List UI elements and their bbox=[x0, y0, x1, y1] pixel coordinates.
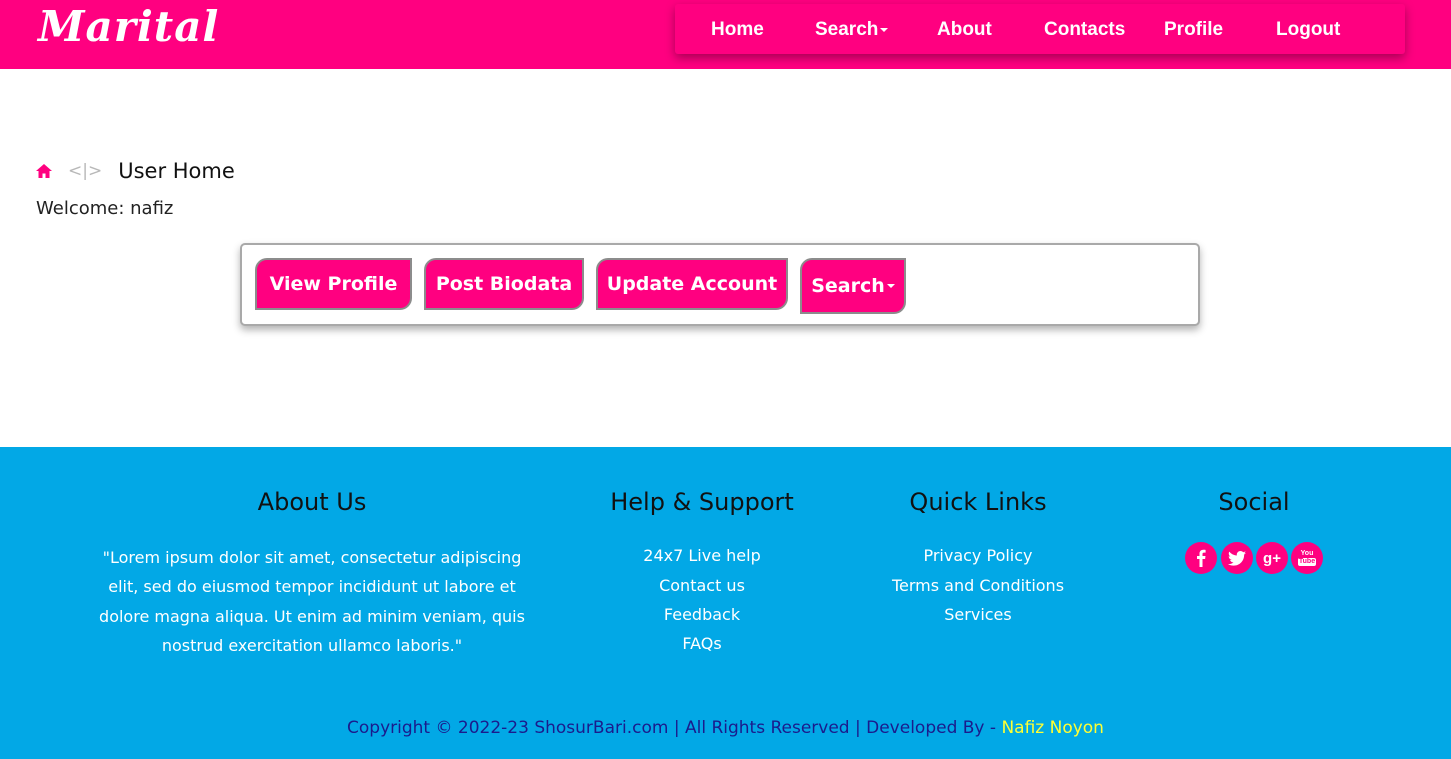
post-biodata-button[interactable]: Post Biodata bbox=[424, 258, 584, 310]
nav-about[interactable]: About bbox=[937, 19, 992, 41]
welcome-username: nafiz bbox=[130, 198, 174, 219]
facebook-glyph bbox=[1197, 549, 1206, 567]
breadcrumb: <|> User Home bbox=[36, 157, 235, 185]
caret-down-icon bbox=[880, 27, 889, 32]
footer-about-heading: About Us bbox=[257, 488, 367, 516]
link-contact-us[interactable]: Contact us bbox=[602, 576, 802, 595]
home-icon[interactable] bbox=[36, 164, 52, 178]
copyright-text: Copyright © 2022-23 ShosurBari.com | All… bbox=[347, 718, 997, 738]
main-nav: Home Search About Contacts Profile Logou… bbox=[675, 4, 1405, 54]
link-services[interactable]: Services bbox=[858, 605, 1098, 624]
user-actions-panel: View Profile Post Biodata Update Account… bbox=[240, 243, 1200, 326]
youtube-glyph: You bbox=[1300, 550, 1314, 557]
view-profile-button[interactable]: View Profile bbox=[255, 258, 412, 310]
page-title: User Home bbox=[118, 159, 235, 183]
twitter-icon[interactable] bbox=[1221, 542, 1253, 574]
nav-home[interactable]: Home bbox=[711, 19, 764, 41]
link-feedback[interactable]: Feedback bbox=[602, 605, 802, 624]
footer-quick-heading: Quick Links bbox=[909, 488, 1047, 516]
google-plus-icon[interactable]: g+ bbox=[1256, 542, 1288, 574]
copyright-bar: Copyright © 2022-23 ShosurBari.com | All… bbox=[0, 718, 1451, 738]
nav-profile[interactable]: Profile bbox=[1164, 19, 1223, 41]
facebook-icon[interactable] bbox=[1185, 542, 1217, 574]
footer-social-heading: Social bbox=[1218, 488, 1290, 516]
welcome-prefix: Welcome: bbox=[36, 198, 125, 219]
site-logo[interactable]: Marital bbox=[38, 2, 219, 51]
footer-about-text: "Lorem ipsum dolor sit amet, consectetur… bbox=[99, 548, 525, 655]
welcome-message: Welcome: nafiz bbox=[36, 198, 173, 219]
youtube-glyph-tube: Tube bbox=[1297, 558, 1317, 566]
breadcrumb-separator: <|> bbox=[68, 161, 103, 181]
nav-search[interactable]: Search bbox=[815, 19, 889, 41]
developer-link[interactable]: Nafiz Noyon bbox=[1001, 718, 1104, 738]
twitter-glyph bbox=[1228, 550, 1246, 566]
google-plus-glyph: g+ bbox=[1263, 549, 1281, 567]
link-faqs[interactable]: FAQs bbox=[602, 634, 802, 653]
search-dropdown-button[interactable]: Search bbox=[800, 258, 906, 314]
nav-logout[interactable]: Logout bbox=[1276, 19, 1340, 41]
link-terms[interactable]: Terms and Conditions bbox=[858, 576, 1098, 595]
link-privacy-policy[interactable]: Privacy Policy bbox=[858, 546, 1098, 565]
update-account-button[interactable]: Update Account bbox=[596, 258, 788, 310]
caret-down-icon bbox=[886, 284, 895, 288]
top-header: Marital Home Search About Contacts Profi… bbox=[0, 0, 1451, 69]
nav-contacts[interactable]: Contacts bbox=[1044, 19, 1125, 41]
footer-help-heading: Help & Support bbox=[610, 488, 794, 516]
link-live-help[interactable]: 24x7 Live help bbox=[602, 546, 802, 565]
youtube-icon[interactable]: You Tube bbox=[1291, 542, 1323, 574]
